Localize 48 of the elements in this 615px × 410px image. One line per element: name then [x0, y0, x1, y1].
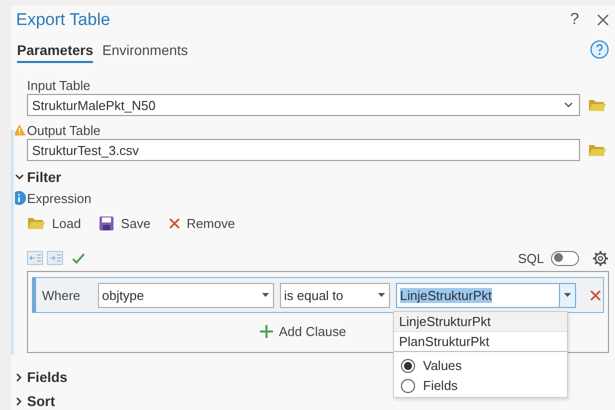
- radio-button[interactable]: [401, 378, 415, 392]
- dropdown-option[interactable]: LinjeStrukturPkt: [394, 312, 567, 332]
- caret-icon: [564, 293, 571, 297]
- toolbar-button[interactable]: Remove: [168, 216, 235, 230]
- operator-dropdown[interactable]: is equal to: [280, 282, 390, 308]
- checkmark-icon[interactable]: [72, 252, 85, 264]
- save-icon: [98, 216, 114, 230]
- toolbar-button[interactable]: Load: [27, 216, 81, 230]
- sql-toggle[interactable]: [551, 250, 579, 266]
- plus-icon: [260, 325, 273, 338]
- chevron-right-icon: [16, 396, 22, 406]
- section-header[interactable]: Fields: [11, 368, 72, 386]
- field-dropdown[interactable]: objtype: [98, 282, 274, 308]
- indent-right-icon[interactable]: [47, 251, 63, 265]
- toolbar-button[interactable]: Save: [98, 216, 151, 230]
- dropdown-option[interactable]: PlanStrukturPkt: [394, 332, 567, 352]
- section-header[interactable]: Filter: [11, 168, 66, 186]
- help-icon[interactable]: [590, 40, 609, 59]
- folder-icon[interactable]: [588, 143, 606, 157]
- input-field[interactable]: StrukturMalePkt_N50: [27, 94, 580, 116]
- radio-label: Fields: [423, 378, 458, 393]
- chevron-right-icon: [16, 372, 22, 382]
- field-label: Output Table: [27, 122, 100, 138]
- folder-icon[interactable]: [27, 216, 45, 230]
- close-icon: [168, 218, 180, 228]
- folder-icon[interactable]: [588, 98, 606, 112]
- value-dropdown[interactable]: LinjeStrukturPkt: [396, 282, 576, 308]
- radio-label: Values: [423, 358, 462, 373]
- caret-icon: [262, 293, 268, 297]
- input-field[interactable]: StrukturTest_3.csv: [27, 139, 580, 161]
- radio-button[interactable]: [401, 358, 415, 372]
- where-label: Where: [42, 288, 82, 302]
- chevron-down-icon: [564, 102, 573, 108]
- field-label: Expression: [27, 190, 92, 206]
- close-icon[interactable]: [597, 14, 609, 26]
- indent-left-icon[interactable]: [27, 251, 43, 265]
- close-icon[interactable]: [590, 290, 601, 300]
- help-button[interactable]: ?: [570, 11, 579, 29]
- window-title: Export Table: [16, 10, 112, 30]
- tab[interactable]: Environments: [102, 40, 188, 63]
- settings-icon[interactable]: [592, 250, 609, 266]
- add-clause-button[interactable]: Add Clause: [260, 324, 346, 339]
- section-header[interactable]: Sort: [11, 392, 59, 410]
- field-label: Input Table: [27, 78, 90, 92]
- chevron-down-icon: [14, 174, 24, 180]
- tab[interactable]: Parameters: [17, 40, 94, 63]
- caret-icon: [378, 293, 384, 297]
- sql-label: SQL: [518, 250, 544, 266]
